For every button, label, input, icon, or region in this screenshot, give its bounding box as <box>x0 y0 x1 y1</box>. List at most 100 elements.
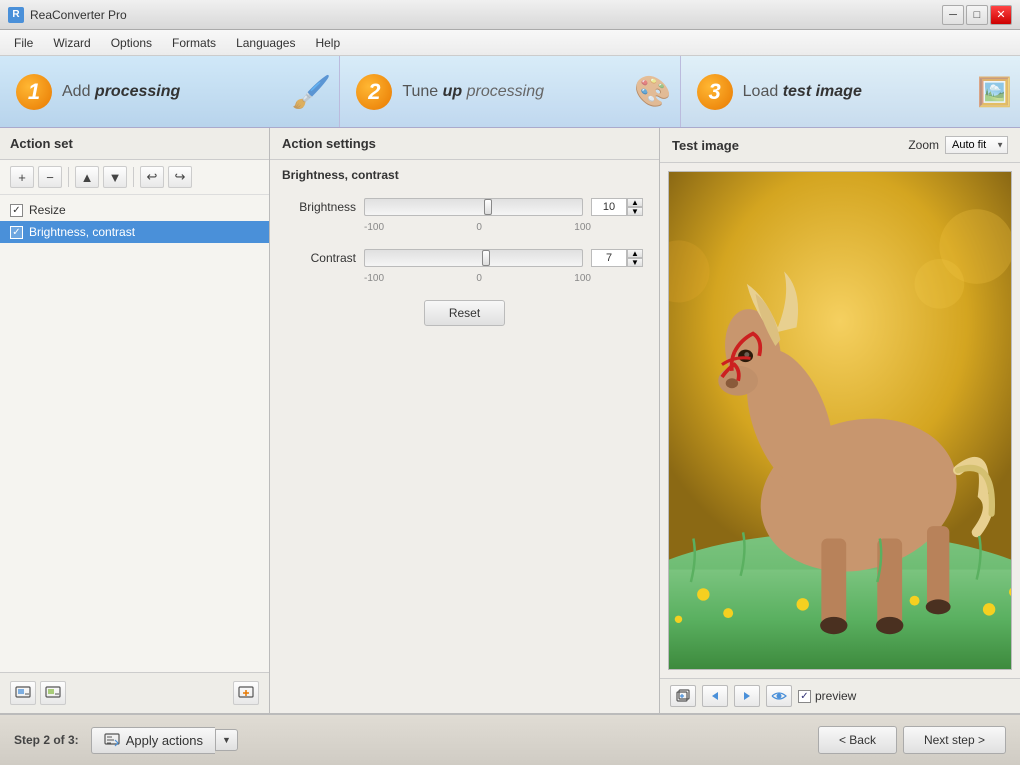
brightness-zero-mark: 0 <box>476 222 482 233</box>
contrast-spinbox: 7 ▲ ▼ <box>591 249 643 267</box>
step-1-label: Add processing <box>62 83 180 101</box>
maximize-button[interactable]: □ <box>966 5 988 25</box>
contrast-slider-container[interactable] <box>364 249 583 267</box>
next-image-button[interactable] <box>734 685 760 707</box>
footer-icon-1[interactable] <box>10 681 36 705</box>
back-button[interactable]: < Back <box>818 726 897 754</box>
contrast-min-mark: -100 <box>364 273 384 284</box>
step-1[interactable]: 1 Add processing 🖌️ <box>0 56 340 127</box>
menu-formats[interactable]: Formats <box>164 33 224 53</box>
reset-button[interactable]: Reset <box>424 300 505 326</box>
right-panel: Test image Zoom Auto fit 25% 50% 75% 100… <box>660 128 1020 713</box>
app-icon: R <box>8 7 24 23</box>
contrast-marks: -100 0 100 <box>286 271 643 284</box>
brightness-section: Brightness 10 ▲ ▼ -10 <box>286 198 643 233</box>
step-1-decoration: 🖌️ <box>291 73 331 111</box>
step-3-circle: 3 <box>697 74 733 110</box>
brightness-slider-thumb[interactable] <box>484 199 492 215</box>
brightness-value[interactable]: 10 <box>591 198 627 216</box>
contrast-spin-down[interactable]: ▼ <box>627 258 643 267</box>
contrast-slider-track[interactable] <box>364 249 583 267</box>
apply-actions-button[interactable]: Apply actions <box>91 727 215 754</box>
step-2-circle: 2 <box>356 74 392 110</box>
step-3-label: Load test image <box>743 83 862 101</box>
action-list: ✓ Resize ✓ Brightness, contrast <box>0 195 269 672</box>
image-preview <box>668 171 1012 670</box>
left-panel: Action set + − ▲ ▼ ↩ ↪ ✓ Resize ✓ Bright… <box>0 128 270 713</box>
move-up-button[interactable]: ▲ <box>75 166 99 188</box>
apply-dropdown-button[interactable]: ▼ <box>215 729 238 751</box>
minimize-button[interactable]: ─ <box>942 5 964 25</box>
next-step-button[interactable]: Next step > <box>903 726 1006 754</box>
action-set-header: Action set <box>0 128 269 160</box>
undo-button[interactable]: ↩ <box>140 166 164 188</box>
window-title: ReaConverter Pro <box>30 8 127 22</box>
zoom-select-wrapper[interactable]: Auto fit 25% 50% 75% 100% 150% 200% <box>945 136 1008 154</box>
contrast-zero-mark: 0 <box>476 273 482 284</box>
move-down-button[interactable]: ▼ <box>103 166 127 188</box>
menu-wizard[interactable]: Wizard <box>45 33 98 53</box>
brightness-max-mark: 100 <box>574 222 591 233</box>
footer-icon-add[interactable] <box>233 681 259 705</box>
remove-action-button[interactable]: − <box>38 166 62 188</box>
left-panel-footer <box>0 672 269 713</box>
preview-checkbox[interactable]: ✓ <box>798 690 811 703</box>
zoom-row: Zoom Auto fit 25% 50% 75% 100% 150% 200% <box>908 136 1008 154</box>
title-bar: R ReaConverter Pro ─ □ ✕ <box>0 0 1020 30</box>
step-1-circle: 1 <box>16 74 52 110</box>
eye-button[interactable] <box>766 685 792 707</box>
test-image-title: Test image <box>672 138 739 153</box>
middle-panel: Action settings Brightness, contrast Bri… <box>270 128 660 713</box>
step-2-decoration: 🎨 <box>634 74 671 109</box>
toolbar-separator-1 <box>68 167 69 187</box>
right-panel-footer: ✓ preview <box>660 678 1020 713</box>
footer-icon-2[interactable] <box>40 681 66 705</box>
menu-languages[interactable]: Languages <box>228 33 303 53</box>
settings-content: Brightness 10 ▲ ▼ -10 <box>270 190 659 713</box>
action-settings-header: Action settings <box>270 128 659 160</box>
action-item-resize[interactable]: ✓ Resize <box>0 199 269 221</box>
step-2[interactable]: 2 Tune up processing 🎨 <box>340 56 680 127</box>
apply-dropdown: Apply actions ▼ <box>91 727 238 754</box>
contrast-slider-thumb[interactable] <box>482 250 490 266</box>
brightness-spin-up[interactable]: ▲ <box>627 198 643 207</box>
action-label-brightness: Brightness, contrast <box>29 225 135 239</box>
brightness-slider-track[interactable] <box>364 198 583 216</box>
image-info-button[interactable] <box>670 685 696 707</box>
close-button[interactable]: ✕ <box>990 5 1012 25</box>
eye-icon <box>771 690 787 702</box>
menu-bar: File Wizard Options Formats Languages He… <box>0 30 1020 56</box>
contrast-spin-buttons: ▲ ▼ <box>627 249 643 267</box>
action-item-brightness[interactable]: ✓ Brightness, contrast <box>0 221 269 243</box>
forward-arrow-icon <box>742 690 752 702</box>
action-checkbox-resize[interactable]: ✓ <box>10 204 23 217</box>
brightness-label: Brightness <box>286 200 356 214</box>
step-2-label: Tune up processing <box>402 83 544 101</box>
action-toolbar: + − ▲ ▼ ↩ ↪ <box>0 160 269 195</box>
back-arrow-icon <box>710 690 720 702</box>
redo-button[interactable]: ↪ <box>168 166 192 188</box>
contrast-value[interactable]: 7 <box>591 249 627 267</box>
zoom-select[interactable]: Auto fit 25% 50% 75% 100% 150% 200% <box>945 136 1008 154</box>
preview-check: ✓ preview <box>798 689 856 703</box>
step-3-decoration: 🖼️ <box>977 75 1012 108</box>
menu-file[interactable]: File <box>6 33 41 53</box>
brightness-row: Brightness 10 ▲ ▼ <box>286 198 643 216</box>
brightness-contrast-title: Brightness, contrast <box>270 160 659 190</box>
import-icon <box>15 686 31 700</box>
main-content: Action set + − ▲ ▼ ↩ ↪ ✓ Resize ✓ Bright… <box>0 128 1020 713</box>
action-checkbox-brightness[interactable]: ✓ <box>10 226 23 239</box>
menu-options[interactable]: Options <box>103 33 160 53</box>
brightness-spin-down[interactable]: ▼ <box>627 207 643 216</box>
brightness-slider-container[interactable] <box>364 198 583 216</box>
apply-actions-label: Apply actions <box>126 733 203 748</box>
menu-help[interactable]: Help <box>307 33 348 53</box>
prev-image-button[interactable] <box>702 685 728 707</box>
step-3[interactable]: 3 Load test image 🖼️ <box>681 56 1020 127</box>
bottom-bar: Step 2 of 3: Apply actions ▼ < Back Next… <box>0 713 1020 765</box>
apply-icon <box>104 733 120 747</box>
add-action-button[interactable]: + <box>10 166 34 188</box>
step-info: Step 2 of 3: <box>14 733 79 747</box>
contrast-spin-up[interactable]: ▲ <box>627 249 643 258</box>
action-label-resize: Resize <box>29 203 66 217</box>
